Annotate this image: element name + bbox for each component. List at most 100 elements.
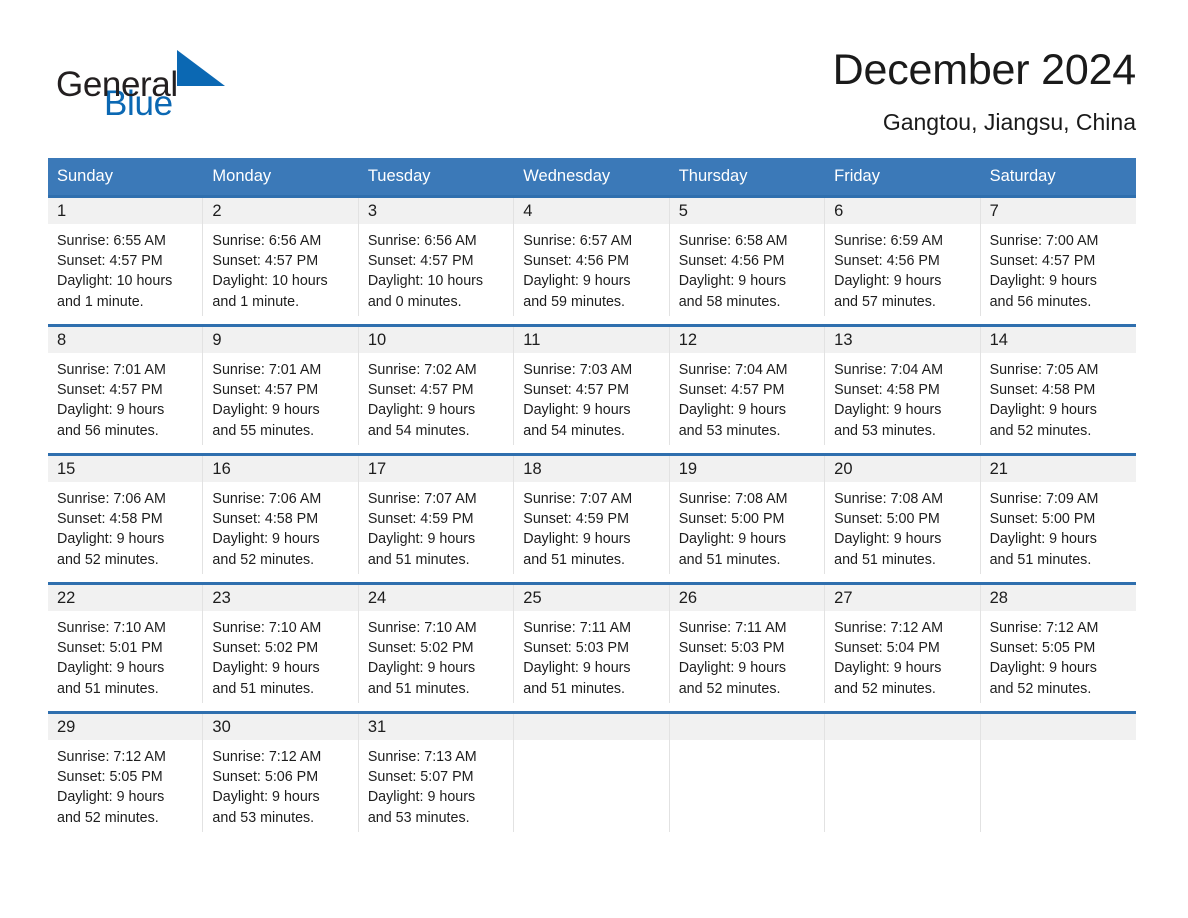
- day-number: 19: [678, 460, 698, 478]
- calendar-day-cell[interactable]: 21 Sunrise: 7:09 AM Sunset: 5:00 PM Dayligh…: [980, 456, 1136, 574]
- sunrise-text: Sunrise: 6:59 AM: [834, 233, 944, 249]
- sunset-text: Sunset: 5:03 PM: [523, 640, 629, 657]
- sunset-text: Sunset: 4:57 PM: [57, 382, 163, 399]
- calendar-week-row: 1 Sunrise: 6:55 AM Sunset: 4:57 PM Daylight…: [48, 195, 1136, 316]
- calendar-day-cell[interactable]: 29 Sunrise: 7:12 AM Sunset: 5:05 PM Dayligh…: [48, 714, 204, 832]
- day-details: Sunrise: 7:02 AM Sunset: 4:57 PM Daylight:…: [359, 353, 513, 441]
- weekday-monday: Monday: [212, 167, 272, 185]
- sunrise-text: Sunrise: 6:56 AM: [212, 233, 322, 249]
- daylight-text-line1: Daylight: 9 hours: [523, 531, 631, 548]
- day-number-bar: 31: [358, 714, 514, 740]
- sunrise-text: Sunrise: 6:58 AM: [678, 233, 788, 249]
- daylight-text-line2: and 52 minutes.: [212, 551, 315, 568]
- day-details: Sunrise: 7:12 AM Sunset: 5:04 PM Daylight:…: [825, 611, 979, 699]
- day-details: Sunrise: 7:06 AM Sunset: 4:58 PM Daylight:…: [48, 482, 202, 570]
- day-number: 3: [367, 202, 378, 220]
- week-grid: 1 Sunrise: 6:55 AM Sunset: 4:57 PM Daylight…: [48, 198, 1136, 316]
- calendar-day-cell[interactable]: 6 Sunrise: 6:59 AM Sunset: 4:56 PM Daylight…: [825, 198, 981, 316]
- calendar-day-cell[interactable]: 14 Sunrise: 7:05 AM Sunset: 4:58 PM Dayligh…: [980, 327, 1136, 445]
- calendar-day-cell[interactable]: 28 Sunrise: 7:12 AM Sunset: 5:05 PM Dayligh…: [980, 585, 1136, 703]
- sunrise-text: Sunrise: 7:06 AM: [57, 491, 166, 507]
- calendar-day-cell[interactable]: 31 Sunrise: 7:13 AM Sunset: 5:07 PM Dayligh…: [358, 714, 515, 832]
- calendar-week-row: 15 Sunrise: 7:06 AM Sunset: 4:58 PM Dayligh…: [48, 453, 1136, 574]
- calendar-day-cell[interactable]: 27 Sunrise: 7:12 AM Sunset: 5:04 PM Dayligh…: [825, 585, 981, 703]
- calendar-day-cell[interactable]: 22 Sunrise: 7:10 AM Sunset: 5:01 PM Dayligh…: [48, 585, 204, 703]
- day-details: [981, 740, 1136, 747]
- day-number-bar: 24: [358, 585, 514, 611]
- calendar-day-cell[interactable]: 4 Sunrise: 6:57 AM Sunset: 4:56 PM Daylight…: [514, 198, 670, 316]
- day-number: 12: [678, 331, 698, 349]
- calendar-day-cell[interactable]: 19 Sunrise: 7:08 AM Sunset: 5:00 PM Dayligh…: [669, 456, 826, 574]
- day-details: Sunrise: 6:55 AM Sunset: 4:57 PM Daylight:…: [48, 224, 202, 312]
- calendar-day-cell[interactable]: 20 Sunrise: 7:08 AM Sunset: 5:00 PM Dayligh…: [825, 456, 981, 574]
- calendar-day-cell[interactable]: 5 Sunrise: 6:58 AM Sunset: 4:56 PM Daylight…: [669, 198, 826, 316]
- calendar-day-cell[interactable]: 30 Sunrise: 7:12 AM Sunset: 5:06 PM Dayligh…: [203, 714, 359, 832]
- sunset-text: Sunset: 4:57 PM: [57, 253, 163, 270]
- brand-name-row: General: [56, 50, 316, 104]
- daylight-text-line2: and 53 minutes.: [678, 422, 781, 439]
- day-number: 10: [367, 331, 387, 349]
- daylight-text-line1: Daylight: 9 hours: [523, 660, 631, 677]
- daylight-text-line2: and 57 minutes.: [834, 293, 936, 310]
- day-number-bar: 19: [669, 456, 825, 482]
- day-details: Sunrise: 6:59 AM Sunset: 4:56 PM Daylight:…: [825, 224, 979, 312]
- calendar-day-cell[interactable]: 10 Sunrise: 7:02 AM Sunset: 4:57 PM Dayligh…: [358, 327, 515, 445]
- calendar-day-cell[interactable]: 1 Sunrise: 6:55 AM Sunset: 4:57 PM Daylight…: [48, 198, 204, 316]
- daylight-text-line2: and 59 minutes.: [523, 293, 626, 310]
- calendar-day-cell[interactable]: 25 Sunrise: 7:11 AM Sunset: 5:03 PM Dayligh…: [514, 585, 670, 703]
- day-number-bar: [514, 714, 669, 740]
- day-number: 6: [834, 202, 844, 220]
- daylight-text-line1: Daylight: 9 hours: [678, 402, 786, 419]
- daylight-text-line2: and 51 minutes.: [989, 551, 1092, 568]
- calendar-day-cell[interactable]: 7 Sunrise: 7:00 AM Sunset: 4:57 PM Daylight…: [980, 198, 1136, 316]
- sunrise-text: Sunrise: 7:12 AM: [834, 620, 944, 636]
- calendar-day-cell[interactable]: 15 Sunrise: 7:06 AM Sunset: 4:58 PM Dayligh…: [48, 456, 204, 574]
- calendar-day-cell[interactable]: 2 Sunrise: 6:56 AM Sunset: 4:57 PM Daylight…: [203, 198, 359, 316]
- day-number-bar: 21: [980, 456, 1136, 482]
- daylight-text-line1: Daylight: 9 hours: [212, 402, 320, 419]
- calendar-day-cell[interactable]: 9 Sunrise: 7:01 AM Sunset: 4:57 PM Daylight…: [203, 327, 359, 445]
- sunset-text: Sunset: 5:02 PM: [367, 640, 474, 657]
- calendar-day-cell[interactable]: 18 Sunrise: 7:07 AM Sunset: 4:59 PM Dayligh…: [514, 456, 670, 574]
- calendar-day-cell[interactable]: 12 Sunrise: 7:04 AM Sunset: 4:57 PM Dayligh…: [669, 327, 826, 445]
- calendar-day-cell[interactable]: 13 Sunrise: 7:04 AM Sunset: 4:58 PM Dayligh…: [825, 327, 981, 445]
- calendar-day-cell[interactable]: 23 Sunrise: 7:10 AM Sunset: 5:02 PM Dayligh…: [203, 585, 359, 703]
- day-number-bar: 30: [203, 714, 358, 740]
- sunset-text: Sunset: 4:56 PM: [834, 253, 940, 270]
- day-number-bar: 6: [825, 198, 980, 224]
- daylight-text-line2: and 53 minutes.: [212, 809, 315, 826]
- day-number-bar: 18: [514, 456, 669, 482]
- calendar-day-cell[interactable]: 17 Sunrise: 7:07 AM Sunset: 4:59 PM Dayligh…: [358, 456, 515, 574]
- calendar-day-cell[interactable]: 3 Sunrise: 6:56 AM Sunset: 4:57 PM Daylight…: [358, 198, 515, 316]
- daylight-text-line1: Daylight: 9 hours: [523, 273, 631, 290]
- daylight-text-line1: Daylight: 9 hours: [989, 273, 1097, 290]
- day-number-bar: 23: [203, 585, 358, 611]
- brand-logo[interactable]: General Blue: [56, 44, 316, 124]
- calendar-day-cell[interactable]: 16 Sunrise: 7:06 AM Sunset: 4:58 PM Dayligh…: [203, 456, 359, 574]
- calendar-day-cell[interactable]: 24 Sunrise: 7:10 AM Sunset: 5:02 PM Dayligh…: [358, 585, 515, 703]
- calendar-day-cell[interactable]: 11 Sunrise: 7:03 AM Sunset: 4:57 PM Dayligh…: [514, 327, 670, 445]
- day-number-bar: [825, 714, 980, 740]
- daylight-text-line1: Daylight: 9 hours: [834, 531, 942, 548]
- day-number-bar: 10: [358, 327, 514, 353]
- day-number: 11: [523, 331, 541, 349]
- calendar-day-cell[interactable]: 26 Sunrise: 7:11 AM Sunset: 5:03 PM Dayligh…: [669, 585, 826, 703]
- daylight-text-line1: Daylight: 9 hours: [989, 660, 1097, 677]
- sunrise-text: Sunrise: 7:01 AM: [57, 362, 166, 378]
- sunset-text: Sunset: 4:56 PM: [523, 253, 629, 270]
- day-number-bar: 8: [48, 327, 203, 353]
- day-details: Sunrise: 7:05 AM Sunset: 4:58 PM Daylight:…: [981, 353, 1136, 441]
- sunset-text: Sunset: 5:00 PM: [678, 511, 785, 528]
- sunset-text: Sunset: 5:03 PM: [678, 640, 785, 657]
- sunrise-text: Sunrise: 7:11 AM: [523, 620, 632, 636]
- day-number-bar: 17: [358, 456, 514, 482]
- daylight-text-line1: Daylight: 9 hours: [523, 402, 631, 419]
- day-number-bar: 3: [358, 198, 514, 224]
- calendar-page: General Blue December 2024 Gangtou, Jian…: [0, 0, 1188, 918]
- day-details: [514, 740, 668, 747]
- day-details: Sunrise: 6:57 AM Sunset: 4:56 PM Daylight:…: [514, 224, 668, 312]
- day-number-bar: 1: [48, 198, 203, 224]
- sunset-text: Sunset: 5:01 PM: [57, 640, 163, 657]
- sunrise-text: Sunrise: 7:10 AM: [57, 620, 166, 636]
- calendar-day-cell[interactable]: 8 Sunrise: 7:01 AM Sunset: 4:57 PM Daylight…: [48, 327, 204, 445]
